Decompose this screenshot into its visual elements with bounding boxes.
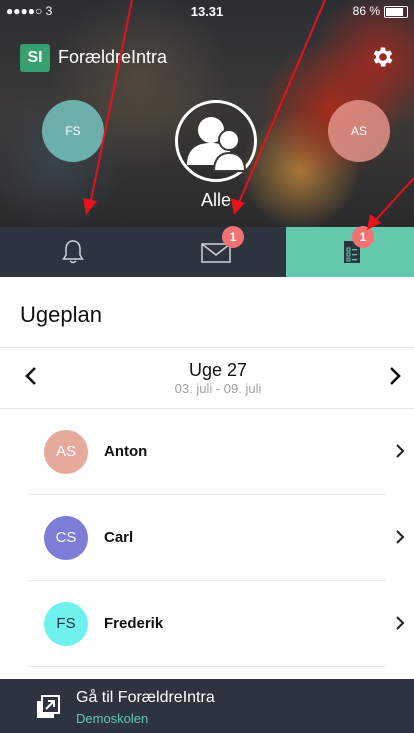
week-range: 03. juli - 09. juli [174, 381, 262, 396]
open-external-icon [37, 695, 60, 718]
status-bar: ●●●●○ 3 13.31 86 % [0, 0, 414, 24]
bell-icon [62, 240, 84, 264]
profile-header: ●●●●○ 3 13.31 86 % SI ForældreIntra FS A… [0, 0, 414, 227]
page-title: Ugeplan [20, 302, 102, 327]
battery-icon [384, 6, 408, 18]
app-title: ForældreIntra [58, 47, 168, 67]
profile-all-label: Alle [200, 190, 231, 210]
week-navigator: Uge 27 03. juli - 09. juli [0, 348, 414, 408]
tab-bar: 1 1 [0, 226, 414, 277]
footer-title: Gå til ForældreIntra [76, 689, 215, 706]
avatar: AS [44, 430, 88, 474]
chevron-right-icon[interactable] [382, 364, 406, 388]
week-title: Uge 27 [188, 360, 248, 380]
chevron-right-icon [396, 530, 405, 544]
avatar: CS [44, 516, 88, 560]
child-name: Anton [104, 443, 148, 460]
child-name: Carl [104, 529, 134, 546]
tab-messages[interactable]: 1 [144, 226, 286, 277]
child-name: Frederik [104, 615, 164, 632]
battery-percent: 86 % [352, 4, 380, 18]
child-row-frederik[interactable]: FS Frederik [0, 581, 414, 667]
open-foraeldreintra-banner[interactable]: Gå til ForældreIntra Demoskolen [0, 679, 414, 733]
child-row-anton[interactable]: AS Anton [0, 409, 414, 495]
profile-avatar-all[interactable] [175, 100, 257, 182]
messages-badge: 1 [222, 226, 244, 248]
chevron-right-icon [396, 616, 405, 630]
chevron-right-icon [396, 444, 405, 458]
avatar: FS [44, 602, 88, 646]
tab-weekly-plan[interactable]: 1 [286, 226, 414, 277]
divider [28, 666, 386, 667]
profile-avatar-as[interactable]: AS [328, 100, 390, 162]
app-logo: SI [20, 44, 50, 72]
profile-avatar-fs[interactable]: FS [42, 100, 104, 162]
settings-gear-icon[interactable] [370, 44, 396, 70]
group-users-icon [187, 117, 247, 172]
plan-badge: 1 [352, 226, 374, 248]
footer-subtitle: Demoskolen [76, 711, 149, 726]
child-row-carl[interactable]: CS Carl [0, 495, 414, 581]
tab-notifications[interactable] [0, 227, 144, 277]
